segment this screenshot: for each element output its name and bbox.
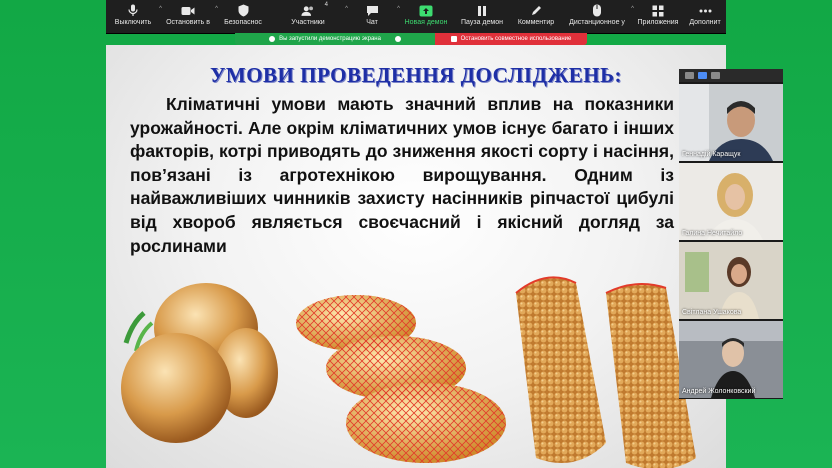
onions-in-nets bbox=[296, 295, 506, 463]
participant-tile[interactable]: Андрей Жолонковский bbox=[679, 321, 783, 398]
video-camera-icon bbox=[181, 4, 195, 17]
participants-count-badge: 4 bbox=[324, 2, 328, 8]
more-label: Дополнит bbox=[689, 19, 721, 26]
more-icon bbox=[698, 4, 712, 17]
stop-square-icon bbox=[450, 36, 457, 42]
security-label: Безопаснос bbox=[224, 19, 262, 26]
participant-video bbox=[679, 163, 783, 240]
stop-share-button[interactable]: Остановить совместное использование bbox=[435, 33, 587, 45]
share-status-bar: Вы запустили демонстрацию экрана Останов… bbox=[235, 33, 587, 45]
participant-video bbox=[679, 84, 783, 161]
participant-tile-active-speaker[interactable]: Світлана Ушакова bbox=[679, 242, 783, 319]
participant-video bbox=[679, 321, 783, 398]
microphone-icon bbox=[126, 4, 140, 17]
participant-name: Світлана Ушакова bbox=[682, 309, 742, 316]
participant-name: Андрей Жолонковский bbox=[682, 388, 756, 395]
video-panel-header bbox=[679, 69, 783, 82]
apps-icon bbox=[651, 4, 665, 17]
mute-button[interactable]: Выключить ^ bbox=[106, 0, 162, 29]
sharing-text: Вы запустили демонстрацию экрана bbox=[279, 36, 381, 42]
participant-tile[interactable]: Геннадій Каращук bbox=[679, 84, 783, 161]
meeting-toolbar: Выключить ^ Остановить в ^ Безопаснос Уч… bbox=[106, 0, 726, 34]
slide-body-text: Кліматичні умови мають значний вплив на … bbox=[130, 94, 674, 256]
remote-control-button[interactable]: Дистанционное у ^ bbox=[562, 0, 634, 29]
chat-icon bbox=[365, 4, 379, 17]
participants-button[interactable]: Участники 4 ^ bbox=[270, 0, 348, 29]
participant-video bbox=[679, 242, 783, 319]
remote-control-label: Дистанционное у bbox=[569, 19, 625, 26]
apps-label: Приложения bbox=[637, 19, 679, 26]
stop-video-button[interactable]: Остановить в ^ bbox=[160, 0, 218, 29]
sharing-indicator: Вы запустили демонстрацию экрана bbox=[235, 33, 435, 45]
pause-icon bbox=[475, 4, 489, 17]
shield-icon bbox=[394, 36, 401, 42]
pause-share-label: Пауза демон bbox=[461, 19, 503, 26]
grid-view-icon[interactable] bbox=[711, 72, 720, 79]
shield-icon bbox=[236, 4, 250, 17]
minimize-icon[interactable] bbox=[685, 72, 694, 79]
apps-button[interactable]: Приложения bbox=[632, 0, 684, 29]
onion-photos bbox=[121, 276, 696, 468]
annotate-label: Комментир bbox=[517, 19, 555, 26]
annotate-button[interactable]: Комментир bbox=[510, 0, 562, 29]
remote-control-icon bbox=[590, 4, 604, 17]
new-share-label: Новая демон bbox=[404, 19, 448, 26]
participant-name: Галина Нечитайло bbox=[682, 230, 743, 237]
security-button[interactable]: Безопаснос bbox=[216, 0, 270, 29]
participant-tile[interactable]: Галина Нечитайло bbox=[679, 163, 783, 240]
slide-title: УМОВИ ПРОВЕДЕННЯ ДОСЛІДЖЕНЬ: bbox=[209, 63, 622, 87]
onion-set-sacks bbox=[515, 276, 696, 468]
participants-label: Участники bbox=[291, 19, 325, 26]
stop-video-label: Остановить в bbox=[166, 19, 210, 26]
stop-share-label: Остановить совместное использование bbox=[460, 36, 572, 42]
strip-view-icon[interactable] bbox=[698, 72, 707, 79]
participant-name: Геннадій Каращук bbox=[682, 151, 741, 158]
pause-share-button[interactable]: Пауза демон bbox=[454, 0, 510, 29]
participants-icon bbox=[301, 4, 315, 17]
loose-onions bbox=[121, 283, 278, 443]
more-button[interactable]: Дополнит bbox=[684, 0, 726, 29]
annotate-pen-icon bbox=[529, 4, 543, 17]
mute-label: Выключить bbox=[114, 19, 152, 26]
new-share-button[interactable]: Новая демон bbox=[398, 0, 454, 29]
video-gallery-panel: Геннадій Каращук Галина Нечитайло Світла… bbox=[679, 69, 783, 399]
chat-label: Чат bbox=[366, 19, 378, 26]
sharing-dot-icon bbox=[269, 36, 276, 42]
share-screen-icon bbox=[419, 4, 433, 17]
shared-slide: УМОВИ ПРОВЕДЕННЯ ДОСЛІДЖЕНЬ: Кліматичні … bbox=[106, 45, 726, 468]
chat-button[interactable]: Чат ^ bbox=[346, 0, 400, 29]
